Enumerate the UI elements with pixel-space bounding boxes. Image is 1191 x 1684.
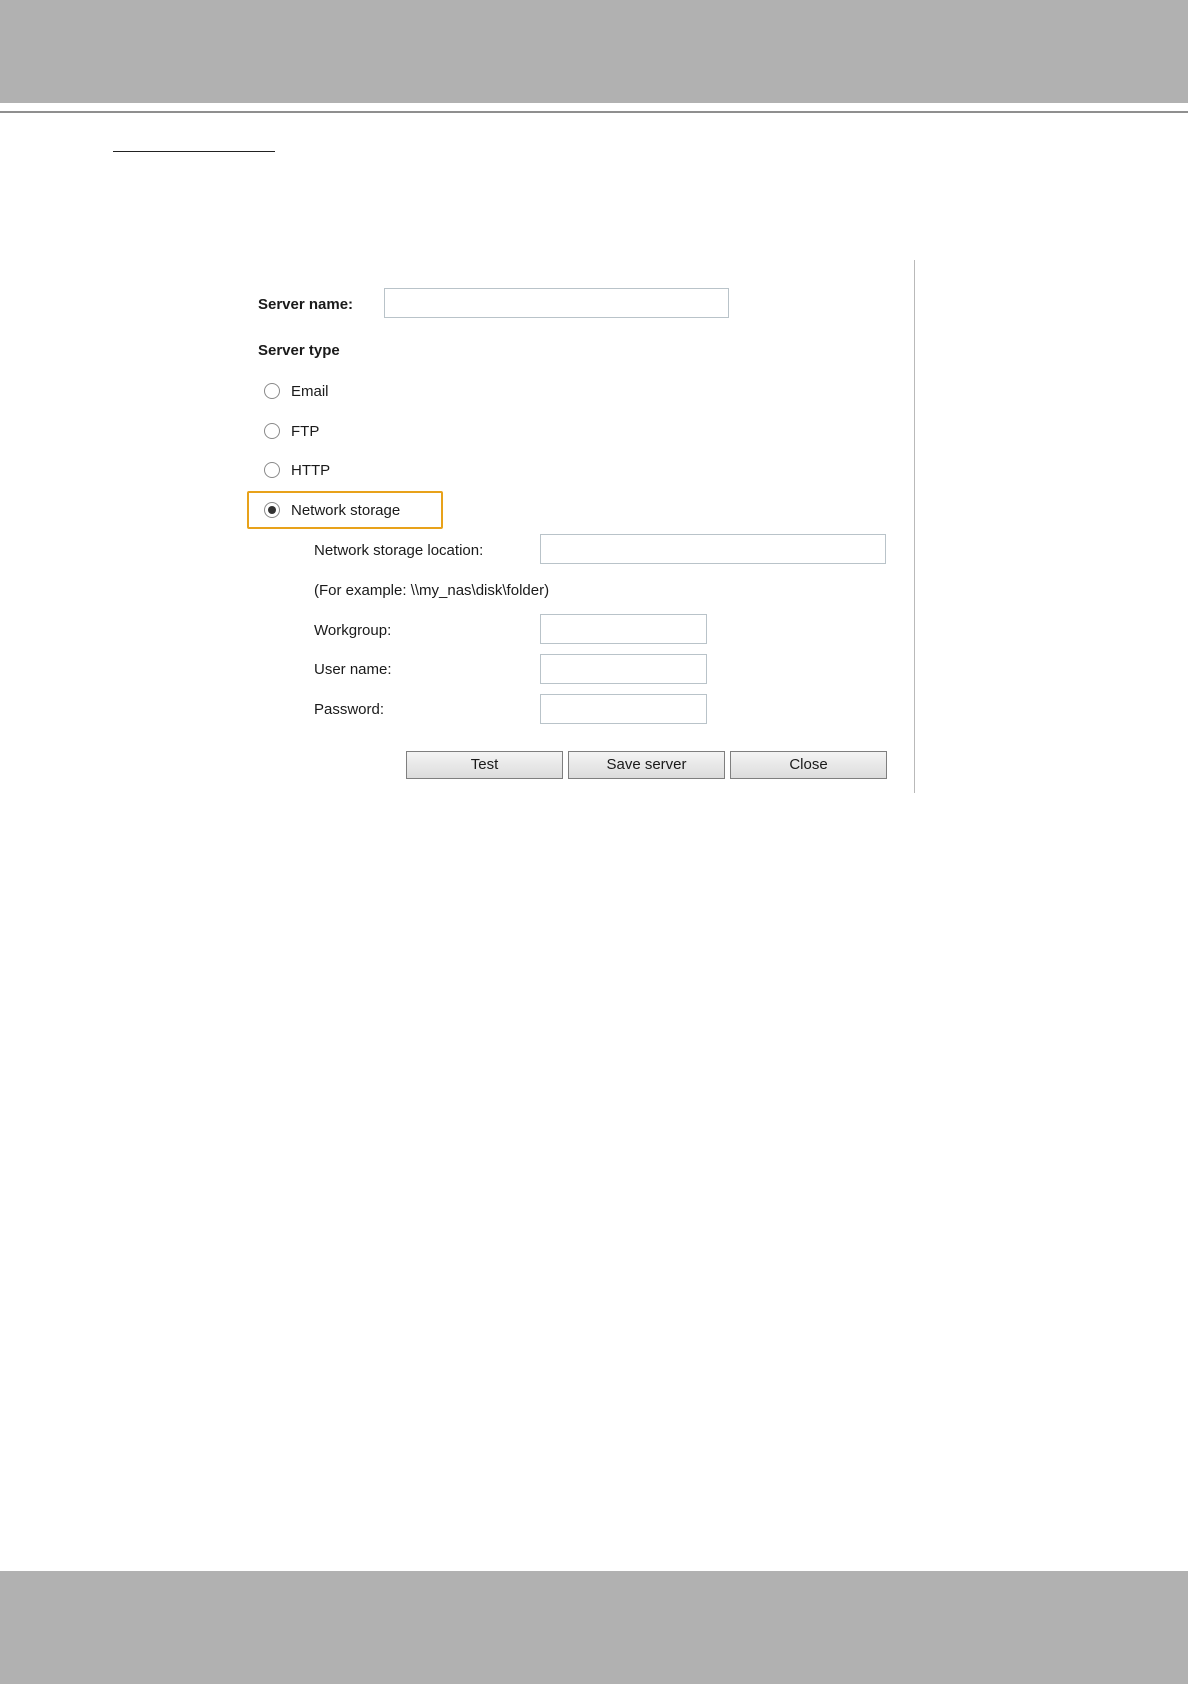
header-rule	[0, 111, 1191, 113]
close-button[interactable]: Close	[730, 751, 887, 779]
radio-ftp-label[interactable]: FTP	[291, 423, 319, 440]
radio-ftp[interactable]	[264, 423, 280, 439]
server-name-input[interactable]	[384, 288, 729, 318]
username-input[interactable]	[540, 654, 707, 684]
username-label: User name:	[314, 661, 392, 678]
server-name-label: Server name:	[258, 296, 354, 313]
radio-http[interactable]	[264, 462, 280, 478]
radio-email[interactable]	[264, 383, 280, 399]
server-type-heading: Server type	[258, 342, 340, 359]
radio-http-label[interactable]: HTTP	[291, 462, 330, 479]
storage-example-text: (For example: \\my_nas\disk\folder)	[314, 582, 550, 599]
password-label: Password:	[314, 701, 385, 718]
section-title-underline	[113, 151, 275, 152]
workgroup-input[interactable]	[540, 614, 707, 644]
dialog-right-divider	[914, 260, 915, 793]
storage-location-label: Network storage location:	[314, 542, 484, 559]
password-input[interactable]	[540, 694, 707, 724]
radio-network-storage[interactable]	[264, 502, 280, 518]
page-header-band	[0, 0, 1191, 103]
test-button[interactable]: Test	[406, 751, 563, 779]
page-footer-band	[0, 1571, 1191, 1684]
storage-location-input[interactable]	[540, 534, 886, 564]
workgroup-label: Workgroup:	[314, 622, 392, 639]
save-server-button[interactable]: Save server	[568, 751, 725, 779]
radio-email-label[interactable]: Email	[291, 383, 329, 400]
radio-network-storage-label[interactable]: Network storage	[291, 502, 400, 519]
